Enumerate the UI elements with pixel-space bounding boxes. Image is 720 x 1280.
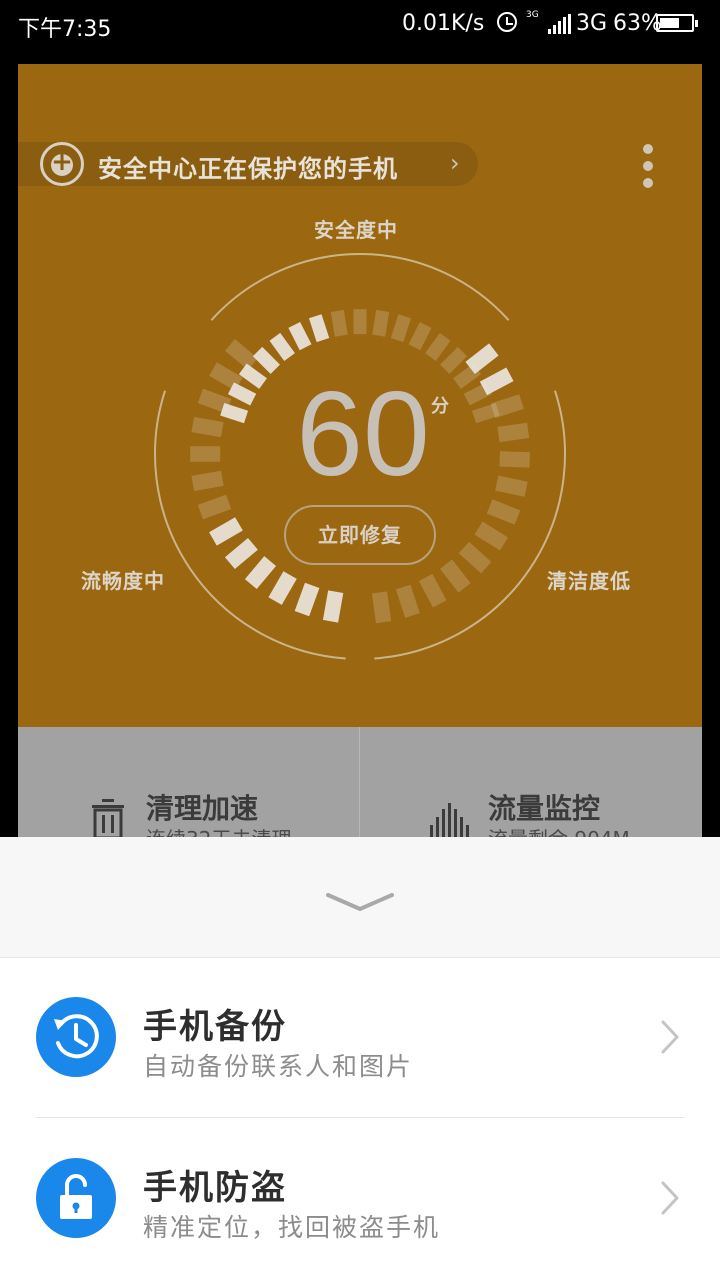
alarm-icon bbox=[497, 12, 517, 32]
gauge-segment bbox=[495, 475, 528, 497]
signal-icon bbox=[548, 14, 572, 34]
gauge-segment bbox=[322, 590, 344, 623]
gauge-segment bbox=[197, 494, 232, 520]
security-level-label: 安全度中 bbox=[314, 218, 398, 242]
gauge-segment bbox=[224, 537, 258, 570]
security-center-screen: + 安全中心正在保护您的手机 › 安全度中 流畅度中 清洁度低 60 分 立即修… bbox=[18, 64, 702, 864]
gauge-segment bbox=[418, 573, 447, 608]
anti-theft-desc: 精准定位，找回被盗手机 bbox=[143, 1213, 441, 1242]
gauge-segment bbox=[440, 346, 468, 374]
gauge-segment bbox=[197, 388, 232, 414]
chevron-right-icon bbox=[661, 1020, 679, 1054]
network-type: 3G bbox=[576, 11, 608, 36]
traffic-bars-icon bbox=[430, 797, 474, 841]
gauge-segment bbox=[474, 521, 509, 551]
gauge-segment bbox=[499, 451, 530, 468]
gauge-segment bbox=[479, 367, 514, 396]
gauge-segment bbox=[458, 541, 492, 574]
gauge-segment bbox=[224, 338, 258, 371]
phone-backup-desc: 自动备份联系人和图片 bbox=[143, 1052, 414, 1081]
status-time: 下午7:35 bbox=[18, 17, 112, 42]
gauge-segment bbox=[372, 309, 390, 337]
gauge-segment bbox=[308, 314, 330, 343]
security-hero: + 安全中心正在保护您的手机 › 安全度中 流畅度中 清洁度低 60 分 立即修… bbox=[18, 64, 702, 727]
chevron-down-icon bbox=[326, 893, 394, 911]
net-speed: 0.01K/s bbox=[402, 11, 485, 36]
gauge-segment bbox=[252, 346, 280, 374]
gauge-segment bbox=[269, 332, 295, 361]
list-item-phone-backup[interactable]: 手机备份 自动备份联系人和图片 bbox=[0, 957, 720, 1117]
gauge-segment bbox=[486, 499, 521, 525]
trash-icon bbox=[92, 799, 124, 839]
bottom-sheet: 手机备份 自动备份联系人和图片 手机防盗 精准定位，找回被盗手机 bbox=[0, 837, 720, 1280]
gauge-segment bbox=[209, 517, 243, 546]
gauge-segment bbox=[244, 556, 277, 590]
gauge-segment bbox=[191, 470, 224, 492]
battery-icon bbox=[656, 14, 698, 32]
backup-clock-icon bbox=[36, 997, 116, 1077]
gauge-segment bbox=[191, 416, 224, 438]
gauge-segment bbox=[330, 309, 348, 337]
unlock-icon bbox=[36, 1158, 116, 1238]
gauge-segment bbox=[395, 584, 420, 618]
gauge-segment bbox=[190, 446, 221, 462]
battery-percent: 63% bbox=[613, 11, 662, 36]
network-type-small: 3G bbox=[526, 10, 539, 20]
gauge-segment bbox=[390, 314, 412, 343]
list-item-anti-theft[interactable]: 手机防盗 精准定位，找回被盗手机 bbox=[0, 1118, 720, 1278]
sheet-collapse-handle[interactable] bbox=[0, 837, 720, 958]
cleanliness-level-label: 清洁度低 bbox=[547, 569, 631, 593]
fix-now-button[interactable]: 立即修复 bbox=[284, 505, 436, 565]
status-bar: 下午7:35 0.01K/s 3G 3G 63% bbox=[0, 0, 720, 50]
gauge-segment bbox=[268, 571, 297, 605]
gauge-segment bbox=[371, 591, 392, 624]
battery-level bbox=[660, 18, 679, 28]
gauge-segment bbox=[439, 559, 471, 593]
score-unit: 分 bbox=[431, 396, 449, 417]
gauge-segment bbox=[353, 309, 367, 335]
gauge-segment bbox=[294, 582, 320, 617]
traffic-monitor-title: 流量监控 bbox=[488, 792, 601, 825]
anti-theft-title: 手机防盗 bbox=[143, 1168, 287, 1208]
smoothness-level-label: 流畅度中 bbox=[81, 569, 165, 593]
phone-backup-title: 手机备份 bbox=[143, 1007, 287, 1047]
chevron-right-icon bbox=[661, 1181, 679, 1215]
gauge-segment bbox=[238, 363, 267, 389]
gauge-segment bbox=[490, 394, 524, 419]
clean-speedup-title: 清理加速 bbox=[146, 792, 259, 825]
gauge-segment bbox=[497, 422, 530, 443]
security-score: 60 bbox=[296, 367, 430, 501]
gauge-segment bbox=[288, 321, 312, 351]
gauge-segment bbox=[408, 321, 432, 351]
gauge-segment bbox=[425, 332, 451, 361]
